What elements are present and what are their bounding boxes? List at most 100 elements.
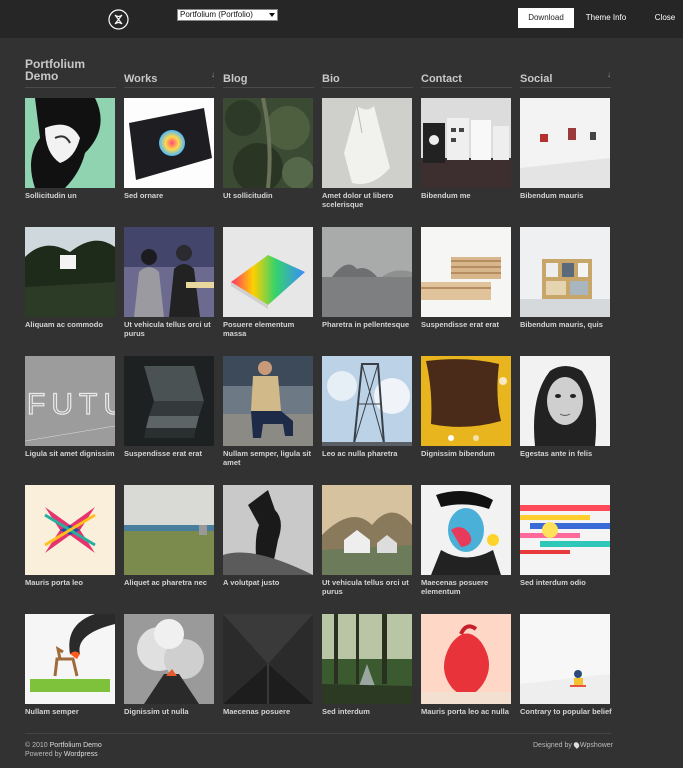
portfolio-caption[interactable]: Sed interdum <box>322 707 414 716</box>
portfolio-thumbnail-stairs[interactable] <box>124 356 214 446</box>
portfolio-caption[interactable]: Suspendisse erat erat <box>124 449 216 458</box>
portfolio-caption[interactable]: Sed interdum odio <box>520 578 612 587</box>
thumbnail-image <box>25 98 115 188</box>
portfolio-caption[interactable]: Ut vehicula tellus orci ut purus <box>124 320 216 338</box>
theme-info-button[interactable]: Theme Info <box>584 8 628 28</box>
portfolio-thumbnail-misty-sea[interactable] <box>322 227 412 317</box>
portfolio-caption[interactable]: Aliquam ac commodo <box>25 320 117 329</box>
portfolio-caption[interactable]: Mauris porta leo ac nulla <box>421 707 513 716</box>
nav-item-label: Blog <box>223 73 248 85</box>
portfolio-thumbnail-deer-fire[interactable] <box>25 614 115 704</box>
download-button[interactable]: Download <box>518 8 574 28</box>
thumbnail-image <box>25 227 115 317</box>
portfolio-caption[interactable]: Contrary to popular belief <box>520 707 612 716</box>
portfolio-thumbnail-painting-house[interactable] <box>322 485 412 575</box>
portfolio-thumbnail-man-sitting[interactable] <box>223 356 313 446</box>
nav-item-label: Social <box>520 73 553 85</box>
svg-text:FUTU: FUTU <box>27 388 115 421</box>
close-button[interactable]: Close <box>648 8 682 28</box>
portfolio-thumbnail-shadow-figure[interactable] <box>223 485 313 575</box>
portfolio-caption[interactable]: Bibendum mauris <box>520 191 612 200</box>
nav-item-label: Works <box>124 73 158 85</box>
portfolio-caption[interactable]: Posuere elementum massa <box>223 320 315 338</box>
arrow-down-icon: ↓ <box>211 70 215 79</box>
thumbnail-image <box>421 485 511 575</box>
portfolio-caption[interactable]: Suspendisse erat erat <box>421 320 513 329</box>
portfolio-caption[interactable]: Dignissim ut nulla <box>124 707 216 716</box>
portfolio-caption[interactable]: Ligula sit amet dignissim <box>25 449 117 458</box>
portfolio-caption[interactable]: Nullam semper <box>25 707 117 716</box>
portfolio-caption[interactable]: A volutpat justo <box>223 578 315 587</box>
portfolio-thumbnail-futu-text[interactable]: FUTU <box>25 356 115 446</box>
portfolio-thumbnail-tower-sky[interactable] <box>322 356 412 446</box>
portfolio-thumbnail-abstract-stripes[interactable] <box>520 485 610 575</box>
portfolio-thumbnail-x-logo[interactable] <box>25 485 115 575</box>
portfolio-thumbnail-white-bag[interactable] <box>322 98 412 188</box>
footer-right: Designed by Wpshower <box>533 741 613 750</box>
thumbnail-image <box>322 614 412 704</box>
copyright-text: © 2010 <box>25 742 48 749</box>
portfolio-caption[interactable]: Bibendum mauris, quis <box>520 320 612 329</box>
portfolio-caption[interactable]: Dignissim bibendum <box>421 449 513 458</box>
portfolio-thumbnail-woman-portrait[interactable] <box>520 356 610 446</box>
footer-site-link[interactable]: Portfolium Demo <box>50 742 102 749</box>
thumbnail-image <box>520 356 610 446</box>
portfolio-thumbnail-small-figure[interactable] <box>520 614 610 704</box>
wpshower-link[interactable]: Wpshower <box>580 742 613 749</box>
portfolio-caption[interactable]: Sollicitudin un <box>25 191 117 200</box>
wordpress-link[interactable]: Wordpress <box>64 751 98 758</box>
portfolio-caption[interactable]: Ut sollicitudin <box>223 191 315 200</box>
portfolio-thumbnail-gallery-wall[interactable] <box>520 98 610 188</box>
thumbnail-image <box>124 485 214 575</box>
nav-item-label: Bio <box>322 73 340 85</box>
site-title[interactable]: Portfolium Demo <box>25 58 115 82</box>
portfolio-thumbnail-zipper[interactable] <box>124 485 214 575</box>
portfolio-thumbnail-brochures[interactable] <box>421 98 511 188</box>
nav-item-contact[interactable]: Contact <box>421 69 512 88</box>
portfolio-caption[interactable]: Nullam semper, ligula sit amet <box>223 449 315 467</box>
arrow-down-icon: ↓ <box>607 70 611 79</box>
portfolio-thumbnail-forest-stream[interactable] <box>322 614 412 704</box>
thumbnail-image <box>421 98 511 188</box>
nav-item-social[interactable]: Social ↓ <box>520 69 611 88</box>
nav-item-blog[interactable]: Blog <box>223 69 314 88</box>
chevron-down-icon <box>269 13 275 17</box>
portfolio-caption[interactable]: Maecenas posuere <box>223 707 315 716</box>
portfolio-thumbnail-smoke-volcano[interactable] <box>124 614 214 704</box>
site-title-line2: Demo <box>25 69 59 83</box>
portfolio-thumbnail-dark-fabric[interactable] <box>223 614 313 704</box>
portfolio-caption[interactable]: Amet dolor ut libero scelerisque <box>322 191 414 209</box>
portfolio-caption[interactable]: Maecenas posuere elementum <box>421 578 513 596</box>
portfolio-thumbnail-house-forest[interactable] <box>25 227 115 317</box>
portfolio-thumbnail-wood-bench[interactable] <box>421 227 511 317</box>
portfolio-thumbnail-red-figure[interactable] <box>421 614 511 704</box>
portfolio-caption[interactable]: Pharetra in pellentesque <box>322 320 414 329</box>
portfolio-caption[interactable]: Mauris porta leo <box>25 578 117 587</box>
portfolio-caption[interactable]: Bibendum me <box>421 191 513 200</box>
thumbnail-image <box>322 227 412 317</box>
portfolio-caption[interactable]: Leo ac nulla pharetra <box>322 449 414 458</box>
thumbnail-image <box>223 356 313 446</box>
portfolio-caption[interactable]: Egestas ante in felis <box>520 449 612 458</box>
portfolio-thumbnail-face-green[interactable] <box>25 98 115 188</box>
title-divider <box>25 87 116 88</box>
portfolio-thumbnail-shelf[interactable] <box>520 227 610 317</box>
thumbnail-image <box>223 98 313 188</box>
logo-icon[interactable] <box>108 9 129 30</box>
portfolio-thumbnail-chocolate[interactable] <box>421 356 511 446</box>
portfolio-thumbnail-forest-aerial[interactable] <box>223 98 313 188</box>
portfolio-caption[interactable]: Ut vehicula tellus orci ut purus <box>322 578 414 596</box>
portfolio-thumbnail-suits[interactable] <box>124 227 214 317</box>
nav-item-works[interactable]: Works ↓ <box>124 69 215 88</box>
portfolio-thumbnail-rainbow-book[interactable] <box>223 227 313 317</box>
portfolio-thumbnail-book-dark[interactable] <box>124 98 214 188</box>
portfolio-caption[interactable]: Sed ornare <box>124 191 216 200</box>
portfolio-thumbnail-sailor-girl[interactable] <box>421 485 511 575</box>
thumbnail-image: FUTU <box>25 356 115 446</box>
thumbnail-image <box>421 227 511 317</box>
portfolio-caption[interactable]: Aliquet ac pharetra nec <box>124 578 216 587</box>
thumbnail-image <box>124 227 214 317</box>
thumbnail-image <box>25 485 115 575</box>
theme-select[interactable]: Portfolium (Portfolio) <box>177 9 278 21</box>
nav-item-bio[interactable]: Bio <box>322 69 413 88</box>
